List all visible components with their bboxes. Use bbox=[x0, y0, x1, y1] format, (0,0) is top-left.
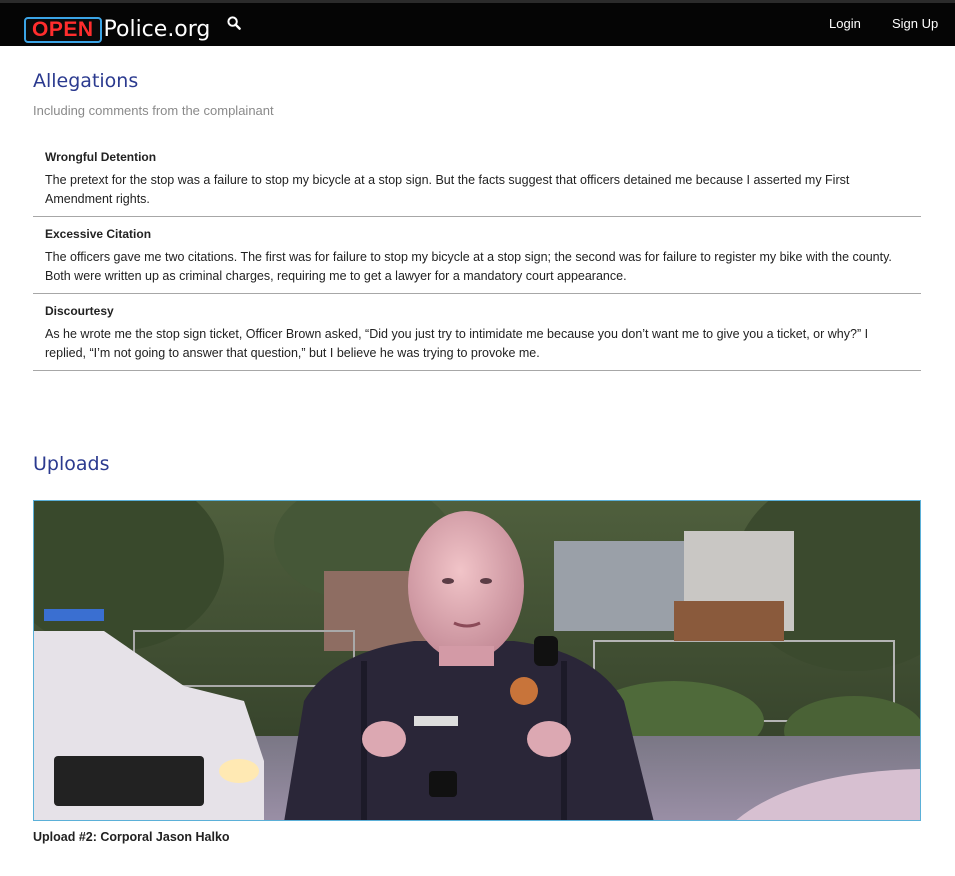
allegation-text: The pretext for the stop was a failure t… bbox=[45, 173, 850, 206]
upload-photo[interactable] bbox=[33, 500, 921, 821]
list-item: Wrongful Detention The pretext for the s… bbox=[33, 140, 921, 217]
search-icon[interactable] bbox=[227, 16, 243, 32]
list-item: Excessive Citation The officers gave me … bbox=[33, 217, 921, 294]
login-link[interactable]: Login bbox=[829, 16, 861, 31]
upload-caption: Upload #2: Corporal Jason Halko bbox=[33, 830, 230, 844]
list-item: Discourtesy As he wrote me the stop sign… bbox=[33, 294, 921, 371]
signup-link[interactable]: Sign Up bbox=[892, 16, 938, 31]
uploads-heading: Uploads bbox=[33, 453, 110, 475]
allegation-text: The officers gave me two citations. The … bbox=[45, 250, 892, 283]
site-logo[interactable]: OPEN Police.org bbox=[24, 9, 210, 43]
allegation-text: As he wrote me the stop sign ticket, Off… bbox=[45, 327, 869, 360]
allegation-title: Excessive Citation bbox=[45, 227, 152, 241]
allegations-heading: Allegations bbox=[33, 70, 139, 92]
logo-text: Police.org bbox=[103, 17, 211, 42]
top-navbar: OPEN Police.org Login Sign Up bbox=[0, 0, 955, 46]
allegation-title: Wrongful Detention bbox=[45, 150, 157, 164]
allegations-list: Wrongful Detention The pretext for the s… bbox=[33, 140, 921, 371]
allegations-subtitle: Including comments from the complainant bbox=[33, 103, 274, 118]
allegation-title: Discourtesy bbox=[45, 304, 114, 318]
officer-photo-illustration bbox=[34, 501, 920, 820]
logo-open-badge: OPEN bbox=[24, 17, 102, 43]
